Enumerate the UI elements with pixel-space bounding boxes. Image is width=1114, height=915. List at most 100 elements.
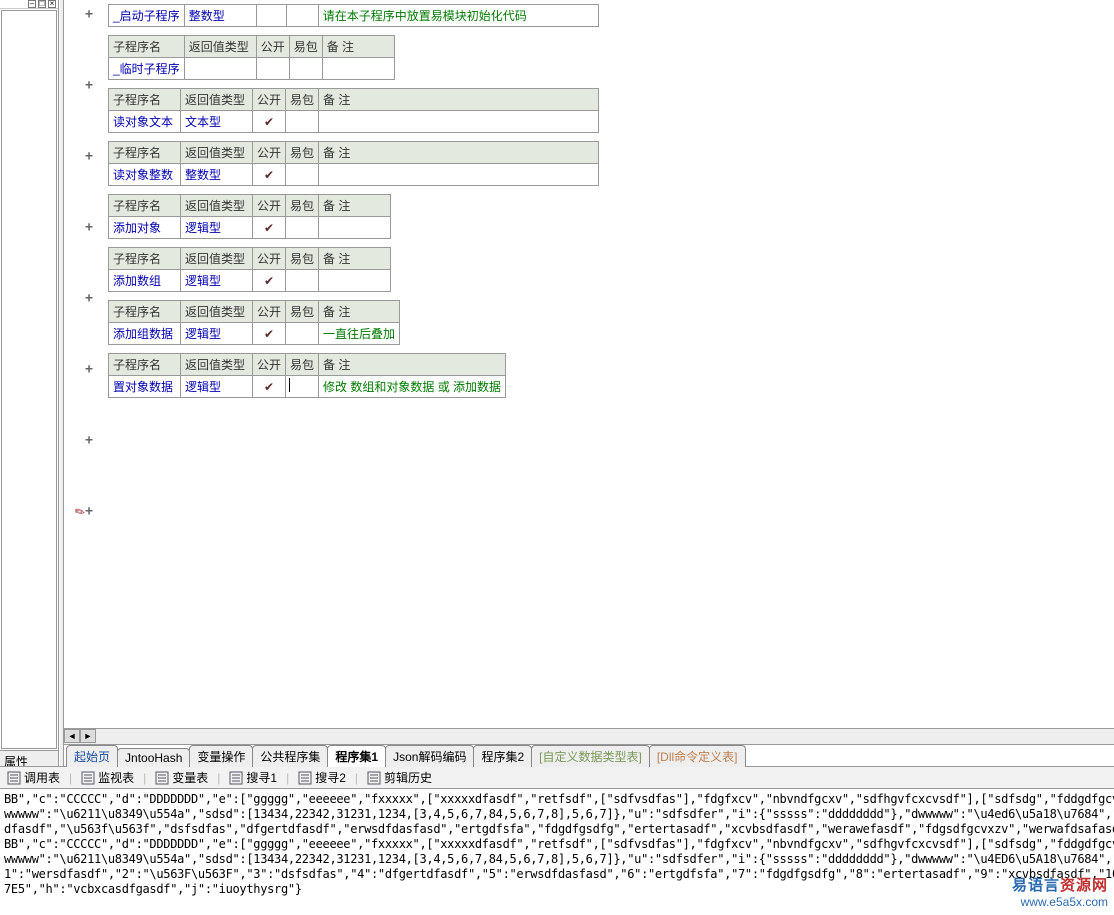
output-line: wwwww":"\u6211\u8349\u554a","sdsd":[1343… <box>4 807 1110 822</box>
proc-name[interactable]: 添加对象 <box>109 217 181 239</box>
search-1-button[interactable]: 搜寻1 <box>226 768 280 787</box>
col-header-name: 子程序名 <box>109 89 181 111</box>
procedure-table[interactable]: 子程序名返回值类型公开易包备 注_临时子程序 <box>108 35 395 80</box>
col-header-pub: 公开 <box>253 89 286 111</box>
procedure-table[interactable]: 子程序名返回值类型公开易包备 注添加组数据逻辑型✔一直往后叠加 <box>108 300 400 345</box>
output-line: BB","c":"CCCCC","d":"DDDDDDD","e":["gggg… <box>4 837 1110 852</box>
tree-view[interactable] <box>1 10 57 749</box>
search-2-button[interactable]: 搜寻2 <box>295 768 349 787</box>
proc-public[interactable]: ✔ <box>253 323 286 345</box>
expand-icon[interactable]: + <box>85 78 93 93</box>
col-header-pkg: 易包 <box>286 195 319 217</box>
panel-restore-icon[interactable]: □ <box>38 0 46 8</box>
proc-comment[interactable] <box>319 217 391 239</box>
proc-comment[interactable]: 修改 数组和对象数据 或 添加数据 <box>319 376 506 398</box>
col-header-ret: 返回值类型 <box>181 301 253 323</box>
procedure-table[interactable]: 子程序名返回值类型公开易包备 注置对象数据逻辑型✔修改 数组和对象数据 或 添加… <box>108 353 506 398</box>
horizontal-scrollbar[interactable]: ◄ ► <box>64 728 1114 744</box>
proc-public[interactable]: ✔ <box>253 111 286 133</box>
output-pane[interactable]: BB","c":"CCCCC","d":"DDDDDDD","e":["gggg… <box>0 788 1114 915</box>
clip-history-label: 剪辑历史 <box>384 769 432 786</box>
procedure-table[interactable]: _启动子程序整数型 请在本子程序中放置易模块初始化代码 <box>108 4 599 27</box>
proc-name[interactable]: 置对象数据 <box>109 376 181 398</box>
tab-公共程序集[interactable]: 公共程序集 <box>252 745 328 767</box>
proc-pkg[interactable] <box>286 164 319 186</box>
procedure-table[interactable]: 子程序名返回值类型公开易包备 注读对象文本文本型✔ <box>108 88 599 133</box>
scroll-right-icon[interactable]: ► <box>80 729 96 743</box>
call-table-label: 调用表 <box>24 769 60 786</box>
procedure-table[interactable]: 子程序名返回值类型公开易包备 注添加数组逻辑型✔ <box>108 247 391 292</box>
proc-public[interactable] <box>256 5 286 27</box>
proc-public[interactable] <box>256 58 289 80</box>
proc-comment[interactable]: 请在本子程序中放置易模块初始化代码 <box>318 5 598 27</box>
output-line: dfasdf","\u563f\u563f","dsfsdfas","dfger… <box>4 822 1110 837</box>
procedure-table[interactable]: 子程序名返回值类型公开易包备 注添加对象逻辑型✔ <box>108 194 391 239</box>
watch-table-icon <box>81 771 95 785</box>
proc-pkg[interactable] <box>286 217 319 239</box>
proc-return-type[interactable]: 逻辑型 <box>181 376 253 398</box>
expand-icon[interactable]: + <box>85 504 93 519</box>
proc-return-type[interactable]: 逻辑型 <box>181 323 253 345</box>
watch-table-label: 监视表 <box>98 769 134 786</box>
tab-JntooHash[interactable]: JntooHash <box>117 748 190 767</box>
tab-起始页[interactable]: 起始页 <box>66 745 118 767</box>
proc-name[interactable]: _临时子程序 <box>109 58 185 80</box>
proc-public[interactable]: ✔ <box>253 270 286 292</box>
proc-name[interactable]: 读对象整数 <box>109 164 181 186</box>
proc-comment[interactable] <box>322 58 394 80</box>
expand-icon[interactable]: + <box>85 362 93 377</box>
tab-变量操作[interactable]: 变量操作 <box>189 745 253 767</box>
expand-icon[interactable]: + <box>85 7 93 22</box>
proc-pkg[interactable] <box>286 5 318 27</box>
scroll-left-icon[interactable]: ◄ <box>64 729 80 743</box>
proc-return-type[interactable] <box>184 58 256 80</box>
clip-history-icon <box>367 771 381 785</box>
proc-name[interactable]: 读对象文本 <box>109 111 181 133</box>
proc-name[interactable]: 添加组数据 <box>109 323 181 345</box>
panel-close-icon[interactable]: × <box>48 0 56 8</box>
procedure-table[interactable]: 子程序名返回值类型公开易包备 注读对象整数整数型✔ <box>108 141 599 186</box>
var-table-button[interactable]: 变量表 <box>152 768 211 787</box>
code-editor[interactable]: _启动子程序整数型请在本子程序中放置易模块初始化代码子程序名返回值类型公开易包备… <box>96 0 1114 728</box>
col-header-note: 备 注 <box>319 354 506 376</box>
call-table-button[interactable]: 调用表 <box>4 768 63 787</box>
tab-程序集2[interactable]: 程序集2 <box>473 745 532 767</box>
proc-pkg[interactable] <box>286 270 319 292</box>
expand-icon[interactable]: + <box>85 433 93 448</box>
tab-[自定义数据类型表][interactable]: [自定义数据类型表] <box>531 745 650 767</box>
proc-comment[interactable]: 一直往后叠加 <box>319 323 400 345</box>
col-header-pub: 公开 <box>253 195 286 217</box>
col-header-note: 备 注 <box>319 248 391 270</box>
proc-public[interactable]: ✔ <box>253 164 286 186</box>
col-header-pub: 公开 <box>256 36 289 58</box>
proc-comment[interactable] <box>319 111 599 133</box>
proc-public[interactable]: ✔ <box>253 376 286 398</box>
panel-min-icon[interactable]: – <box>28 0 36 8</box>
proc-comment[interactable] <box>319 270 391 292</box>
watch-table-button[interactable]: 监视表 <box>78 768 137 787</box>
proc-name[interactable]: 添加数组 <box>109 270 181 292</box>
expand-icon[interactable]: + <box>85 220 93 235</box>
tab-[Dll命令定义表][interactable]: [Dll命令定义表] <box>649 745 746 767</box>
expand-icon[interactable]: + <box>85 149 93 164</box>
tab-程序集1[interactable]: 程序集1 <box>327 745 386 767</box>
output-line: wwwww":"\u6211\u8349\u554a","sdsd":[1343… <box>4 852 1110 867</box>
expand-icon[interactable]: + <box>85 291 93 306</box>
proc-return-type[interactable]: 整数型 <box>184 5 256 27</box>
proc-name[interactable]: _启动子程序 <box>109 5 185 27</box>
proc-pkg[interactable] <box>286 323 319 345</box>
output-line: 1":"wersdfasdf","2":"\u563F\u563F","3":"… <box>4 867 1110 882</box>
proc-return-type[interactable]: 逻辑型 <box>181 270 253 292</box>
col-header-name: 子程序名 <box>109 142 181 164</box>
tab-Json解码编码[interactable]: Json解码编码 <box>385 745 474 767</box>
proc-return-type[interactable]: 整数型 <box>181 164 253 186</box>
properties-tab[interactable]: 属性 <box>0 750 58 766</box>
proc-return-type[interactable]: 逻辑型 <box>181 217 253 239</box>
proc-comment[interactable] <box>319 164 599 186</box>
proc-return-type[interactable]: 文本型 <box>181 111 253 133</box>
proc-public[interactable]: ✔ <box>253 217 286 239</box>
proc-pkg[interactable] <box>289 58 322 80</box>
proc-pkg[interactable] <box>286 111 319 133</box>
clip-history-button[interactable]: 剪辑历史 <box>364 768 435 787</box>
proc-pkg[interactable] <box>286 376 319 398</box>
